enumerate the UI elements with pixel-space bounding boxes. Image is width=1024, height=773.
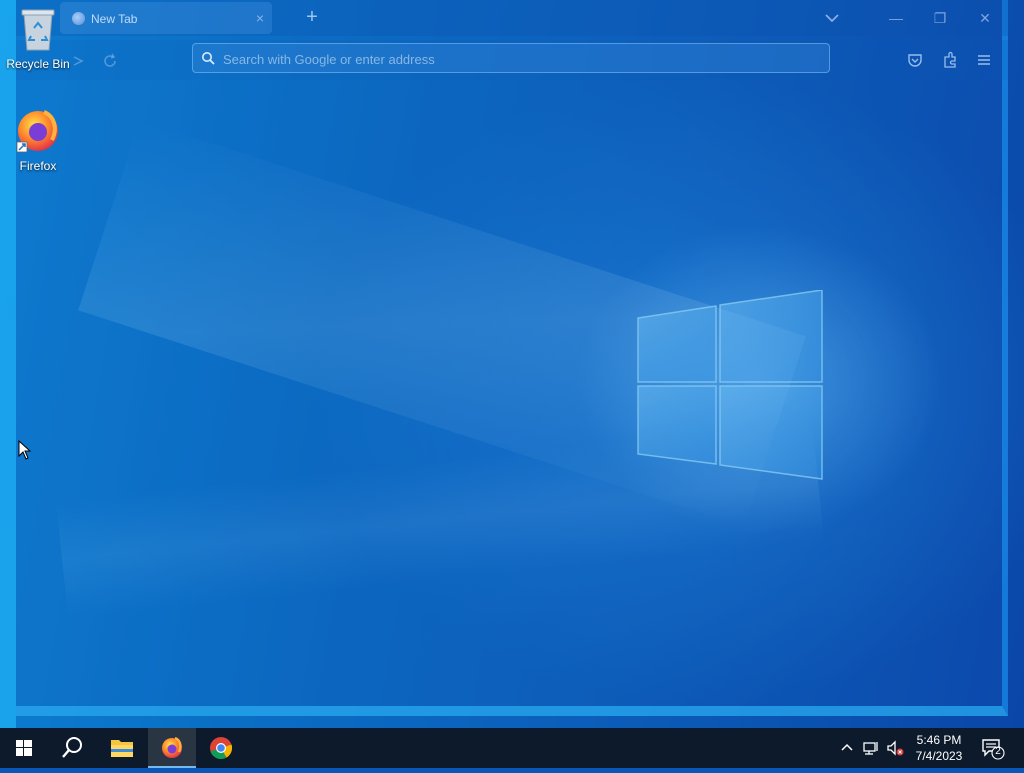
firefox-icon [162, 736, 182, 758]
extensions-icon[interactable] [941, 51, 959, 69]
hamburger-menu-icon[interactable] [975, 51, 993, 69]
clock-date: 7/4/2023 [915, 749, 963, 763]
firefox-icon [16, 110, 58, 153]
close-window-button[interactable]: ✕ [975, 8, 995, 28]
recycle-bin-icon [21, 9, 55, 51]
firefox-label: Firefox [19, 159, 57, 173]
forward-arrow-icon[interactable] [70, 53, 86, 69]
minimize-button[interactable]: — [886, 8, 906, 28]
search-icon [62, 737, 82, 758]
taskbar-firefox[interactable] [148, 728, 196, 768]
url-input[interactable] [221, 49, 815, 69]
taskbar-file-explorer[interactable] [98, 728, 146, 768]
network-icon[interactable] [862, 739, 880, 757]
new-tab-button[interactable]: + [300, 7, 324, 28]
search-icon [202, 52, 215, 65]
notification-icon [982, 739, 1005, 760]
system-clock[interactable]: 5:46 PM 7/4/2023 [912, 732, 966, 764]
chevron-up-icon[interactable] [838, 739, 856, 757]
restore-button[interactable]: ❐ [930, 8, 950, 28]
notification-count-badge: 2 [995, 746, 1001, 757]
address-bar[interactable] [192, 43, 830, 73]
tab-bar: New Tab × + — ❐ ✕ [16, 0, 1008, 36]
chevron-down-icon[interactable] [822, 9, 842, 27]
start-button[interactable] [0, 728, 48, 768]
firefox-window [16, 0, 1008, 716]
desktop-icon-recycle-bin[interactable]: Recycle Bin [6, 6, 70, 71]
windows-start-icon [16, 740, 32, 756]
action-center-button[interactable]: 2 [980, 736, 1006, 760]
taskbar-chrome[interactable] [197, 728, 245, 768]
tab-close-icon[interactable]: × [252, 10, 268, 26]
desktop-icon-firefox[interactable]: Firefox [6, 106, 70, 173]
reload-icon[interactable] [102, 53, 118, 69]
chrome-icon [210, 737, 233, 760]
recycle-bin-label: Recycle Bin [6, 57, 70, 71]
clock-time: 5:46 PM [916, 733, 962, 747]
taskbar: 5:46 PM 7/4/2023 2 [0, 728, 1024, 768]
volume-muted-icon[interactable] [886, 739, 904, 757]
file-explorer-icon [111, 740, 133, 757]
firefox-favicon-icon [72, 12, 85, 25]
pocket-icon[interactable] [906, 51, 924, 69]
tab-title: New Tab [91, 12, 138, 26]
tab-new-tab[interactable]: New Tab × [60, 2, 272, 34]
taskbar-search-button[interactable] [48, 728, 96, 768]
mouse-cursor-icon [18, 440, 32, 460]
navigation-toolbar [16, 40, 1008, 80]
